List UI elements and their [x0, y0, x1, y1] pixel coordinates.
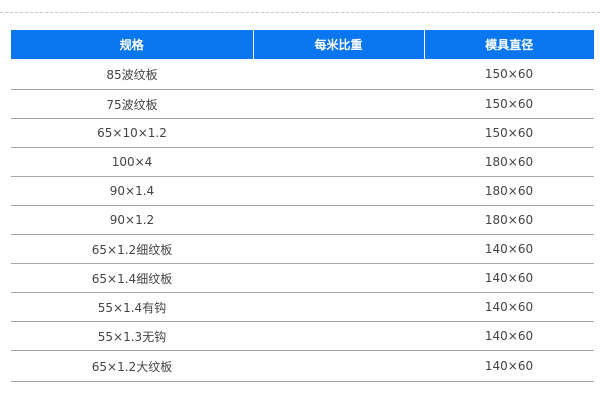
- cell-die-diameter: 150×60: [424, 59, 594, 90]
- table-row: 65×10×1.2 150×60: [11, 118, 594, 148]
- cell-spec: 75波纹板: [11, 89, 253, 119]
- cell-die-diameter: 180×60: [424, 147, 594, 177]
- cell-spec: 55×1.3无钩: [11, 321, 253, 351]
- cell-spec: 100×4: [11, 147, 253, 177]
- table-row: 65×1.2细纹板 140×60: [11, 234, 594, 264]
- spec-table: 规格 每米比重 模具直径 85波纹板 150×60 75波纹板 150×60 6…: [11, 30, 594, 382]
- cell-weight: [253, 89, 424, 119]
- cell-weight: [253, 234, 424, 264]
- table-row: 55×1.3无钩 140×60: [11, 321, 594, 351]
- cell-spec: 65×1.2大纹板: [11, 350, 253, 382]
- cell-weight: [253, 176, 424, 206]
- cell-die-diameter: 150×60: [424, 89, 594, 119]
- cell-weight: [253, 205, 424, 235]
- table-row: 100×4 180×60: [11, 147, 594, 177]
- cell-die-diameter: 140×60: [424, 263, 594, 293]
- table-row: 90×1.2 180×60: [11, 205, 594, 235]
- cell-die-diameter: 150×60: [424, 118, 594, 148]
- header-weight-per-meter: 每米比重: [253, 30, 425, 59]
- cell-spec: 65×1.4细纹板: [11, 263, 253, 293]
- table-row: 65×1.2大纹板 140×60: [11, 350, 594, 382]
- cell-die-diameter: 140×60: [424, 292, 594, 322]
- header-spec: 规格: [11, 30, 254, 59]
- cell-spec: 65×1.2细纹板: [11, 234, 253, 264]
- cell-die-diameter: 140×60: [424, 350, 594, 382]
- cell-weight: [253, 350, 424, 382]
- cell-spec: 85波纹板: [11, 59, 253, 90]
- cell-die-diameter: 140×60: [424, 321, 594, 351]
- cell-spec: 65×10×1.2: [11, 118, 253, 148]
- cell-weight: [253, 292, 424, 322]
- header-die-diameter: 模具直径: [424, 30, 594, 59]
- table-header-row: 规格 每米比重 模具直径: [11, 30, 594, 59]
- table-row: 85波纹板 150×60: [11, 59, 594, 90]
- page: 规格 每米比重 模具直径 85波纹板 150×60 75波纹板 150×60 6…: [0, 0, 600, 400]
- cell-weight: [253, 147, 424, 177]
- cell-weight: [253, 263, 424, 293]
- cell-die-diameter: 180×60: [424, 176, 594, 206]
- cell-spec: 90×1.4: [11, 176, 253, 206]
- cell-spec: 55×1.4有钩: [11, 292, 253, 322]
- cell-weight: [253, 321, 424, 351]
- table-row: 90×1.4 180×60: [11, 176, 594, 206]
- cell-spec: 90×1.2: [11, 205, 253, 235]
- cell-weight: [253, 118, 424, 148]
- table-row: 55×1.4有钩 140×60: [11, 292, 594, 322]
- cell-die-diameter: 140×60: [424, 234, 594, 264]
- cell-die-diameter: 180×60: [424, 205, 594, 235]
- cell-weight: [253, 59, 424, 90]
- dashed-divider: [0, 12, 600, 13]
- table-row: 75波纹板 150×60: [11, 89, 594, 119]
- table-row: 65×1.4细纹板 140×60: [11, 263, 594, 293]
